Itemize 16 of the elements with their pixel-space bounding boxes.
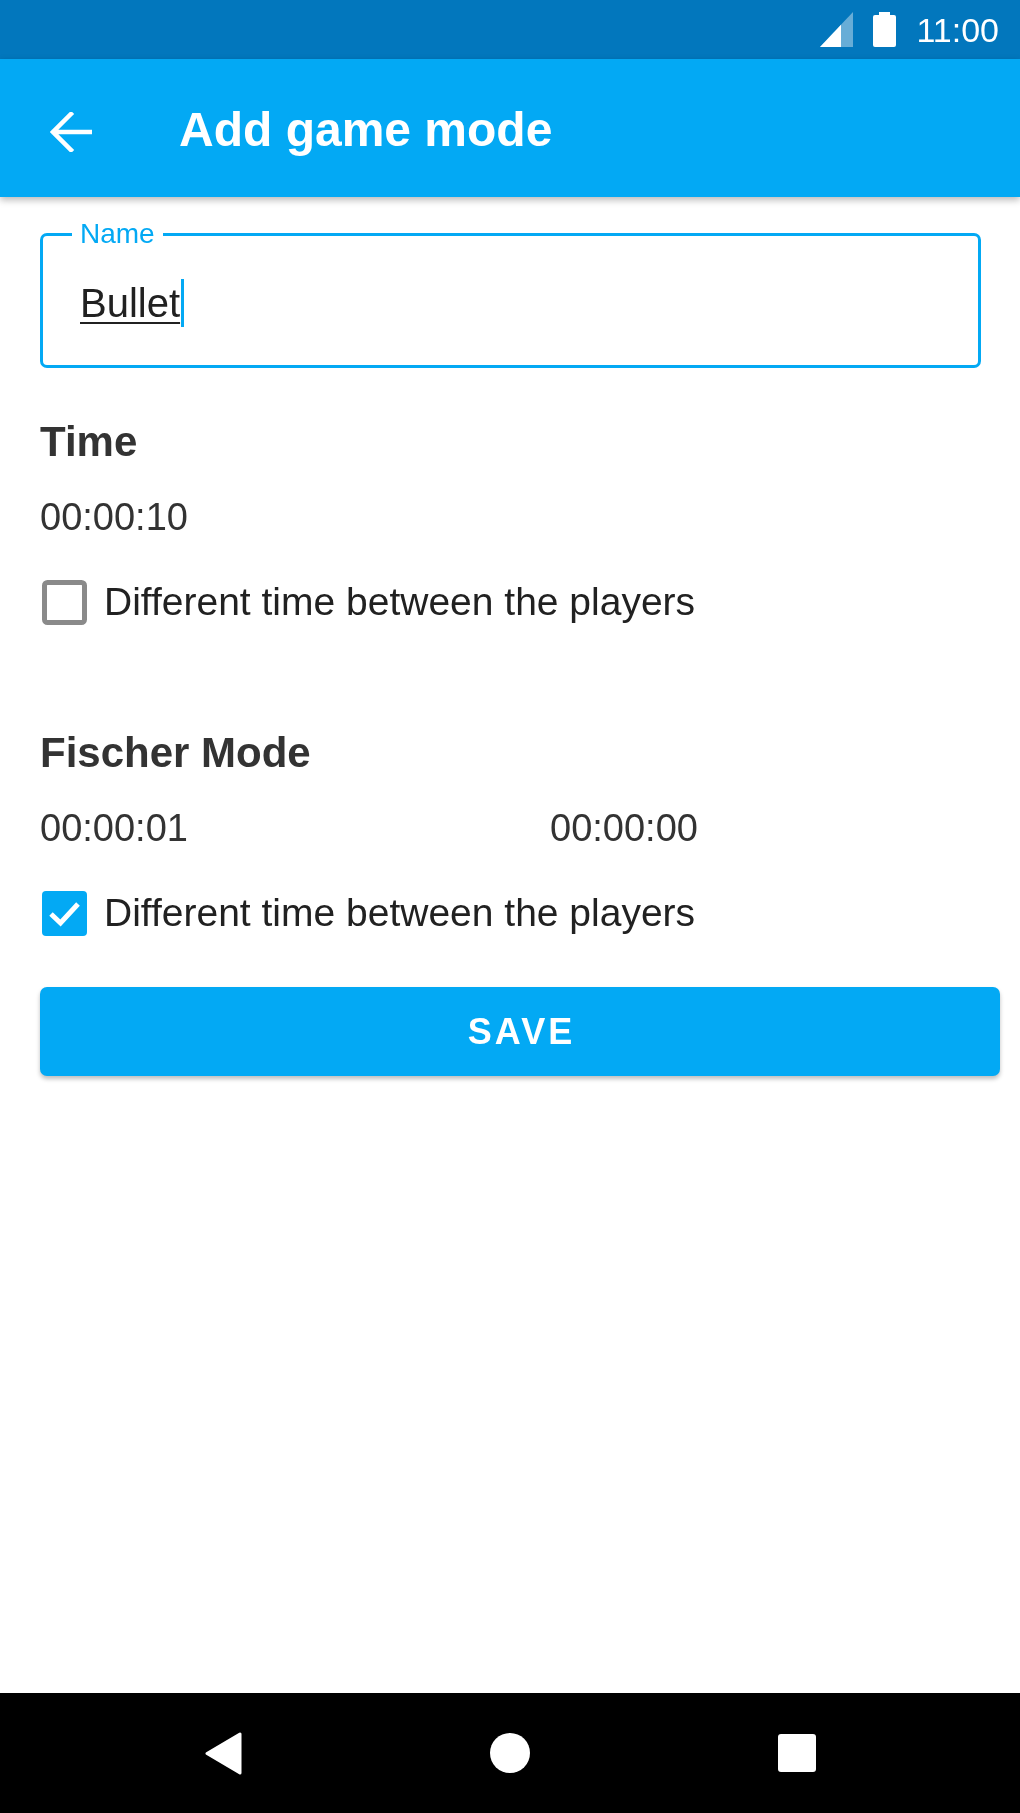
- checkbox[interactable]: [42, 890, 87, 936]
- time-value[interactable]: 00:00:10: [40, 494, 188, 540]
- status-time: 11:00: [916, 9, 999, 50]
- section-title: Fischer Mode: [40, 728, 312, 778]
- back-arrow-icon[interactable]: [50, 112, 92, 152]
- checkbox[interactable]: [42, 579, 87, 625]
- screen-title: Add game mode: [179, 102, 553, 158]
- checkbox-label[interactable]: Different time between the players: [104, 890, 696, 936]
- section-title: Time: [40, 417, 139, 467]
- signal-icon: [820, 12, 854, 47]
- time-value[interactable]: 00:00:01: [40, 805, 188, 851]
- checkbox-label[interactable]: Different time between the players: [104, 579, 696, 625]
- back-icon[interactable]: [204, 1731, 242, 1775]
- battery-icon: [873, 12, 897, 47]
- home-icon[interactable]: [490, 1733, 530, 1773]
- time-value[interactable]: 00:00:00: [550, 805, 698, 851]
